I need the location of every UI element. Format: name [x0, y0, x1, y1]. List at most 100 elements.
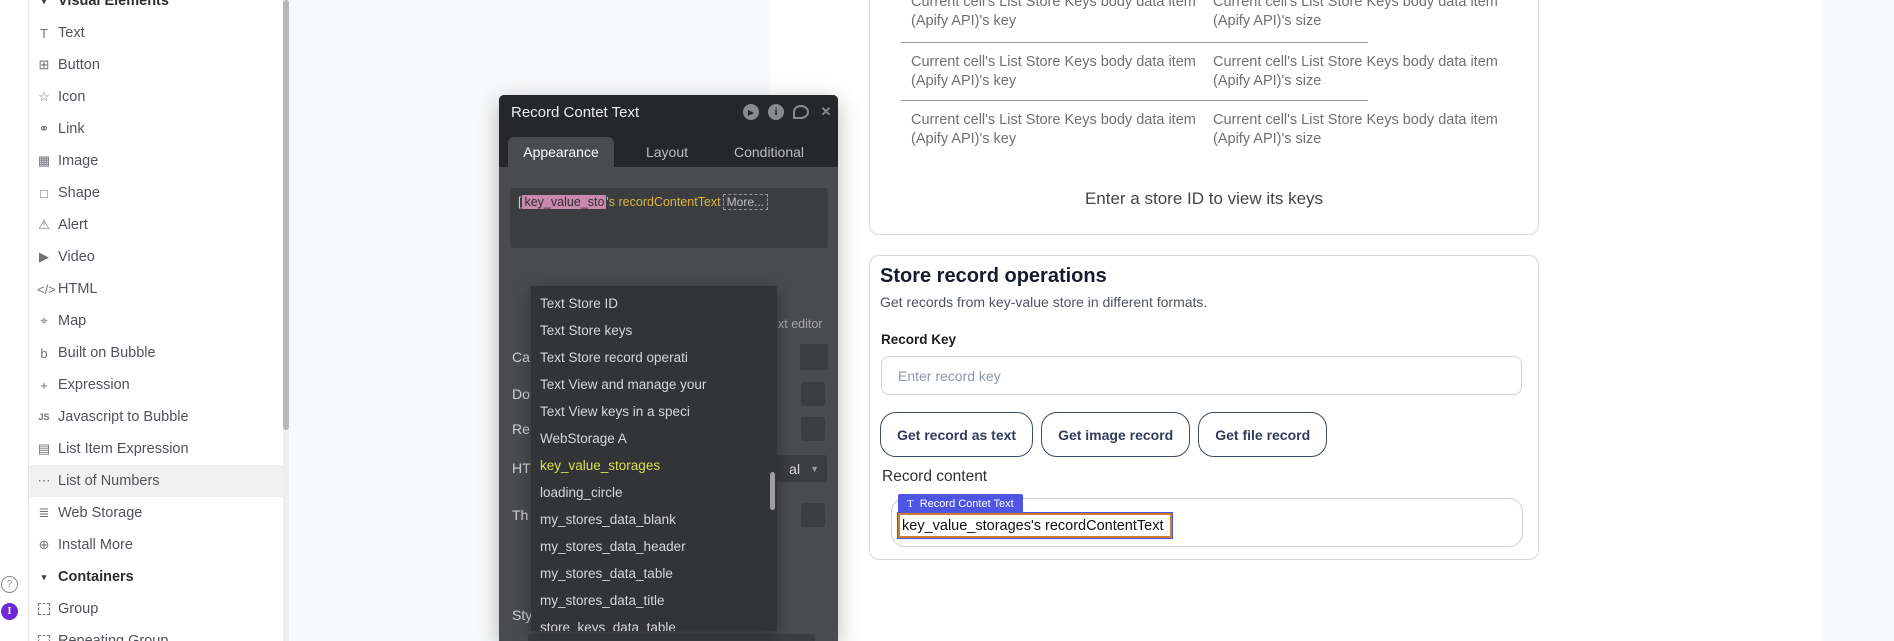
dropdown-option[interactable]: my_stores_data_blank — [531, 506, 777, 533]
sidebar-section-header[interactable]: ▾Visual Elements — [29, 0, 283, 17]
map-pin-icon: ⌖ — [37, 313, 51, 329]
sidebar-item-map[interactable]: ⌖Map — [29, 305, 283, 337]
store-keys-card[interactable]: Current cell's List Store Keys body data… — [869, 0, 1539, 235]
style-field-label: Sty — [512, 605, 532, 625]
sidebar-item-image[interactable]: ▦ Image — [29, 145, 283, 177]
sidebar-item-label: Built on Bubble — [58, 345, 156, 361]
field-re-checkbox[interactable] — [801, 417, 825, 441]
field-ca-input[interactable] — [800, 344, 828, 370]
get-file-record-button[interactable]: Get file record — [1198, 412, 1327, 457]
sidebar-item-expression[interactable]: +Expression — [29, 369, 283, 401]
image-icon: ▦ — [37, 153, 51, 169]
comment-icon[interactable] — [793, 105, 809, 119]
get-image-record-button[interactable]: Get image record — [1041, 412, 1190, 457]
bubble-logo-icon: b — [37, 346, 51, 361]
list-icon: ▤ — [37, 441, 51, 457]
field-ht-select-value: al — [789, 461, 800, 477]
field-label-re: Re — [512, 419, 530, 439]
size-cell[interactable]: Current cell's List Store Keys body data… — [1213, 0, 1543, 31]
sidebar-item-list-item-expression[interactable]: ▤List Item Expression — [29, 433, 283, 465]
dropdown-option[interactable]: Text Store record operati — [531, 344, 777, 371]
canvas-right-gutter — [1822, 0, 1894, 641]
store-id-hint-text[interactable]: Enter a store ID to view its keys — [870, 189, 1538, 209]
style-select[interactable]: Body 14 ▼ — [528, 634, 815, 641]
size-cell[interactable]: Current cell's List Store Keys body data… — [1213, 53, 1543, 91]
tab-conditional[interactable]: Conditional — [719, 137, 819, 167]
dropdown-option[interactable]: Text View keys in a speci — [531, 398, 777, 425]
tab-layout[interactable]: Layout — [617, 137, 717, 167]
expression-caret: [ — [518, 195, 521, 209]
user-avatar[interactable]: I — [1, 603, 18, 620]
dropdown-option[interactable]: loading_circle — [531, 479, 777, 506]
sidebar-item-text[interactable]: TText — [29, 17, 283, 49]
sidebar-item-video[interactable]: ▶Video — [29, 241, 283, 273]
sidebar-item-alert[interactable]: ⚠Alert — [29, 209, 283, 241]
record-key-label[interactable]: Record Key — [881, 332, 956, 347]
key-cell[interactable]: Current cell's List Store Keys body data… — [911, 111, 1241, 149]
dropdown-scrollbar[interactable] — [770, 472, 775, 510]
sidebar-item-label: Link — [58, 121, 85, 137]
autocomplete-dropdown: Text Store IDText Store keysText Store r… — [531, 286, 777, 631]
dropdown-option[interactable]: my_stores_data_header — [531, 533, 777, 560]
property-editor-panel[interactable]: Record Contet Text ▶ i ✕ Appearance Layo… — [499, 95, 838, 641]
sidebar-item-label: Group — [58, 601, 98, 617]
preview-play-icon[interactable]: ▶ — [743, 104, 759, 120]
key-cell[interactable]: Current cell's List Store Keys body data… — [911, 0, 1241, 31]
help-icon[interactable]: ? — [1, 576, 18, 593]
dropdown-option[interactable]: WebStorage A — [531, 425, 777, 452]
dropdown-option[interactable]: key_value_storages — [531, 452, 777, 479]
repeating-group-icon — [37, 635, 51, 641]
dropdown-option[interactable]: store_keys_data_table — [531, 614, 777, 631]
tab-appearance[interactable]: Appearance — [508, 137, 614, 167]
sidebar-item-icon[interactable]: ☆Icon — [29, 81, 283, 113]
sidebar-item-repeating-group[interactable]: Repeating Group — [29, 625, 283, 641]
record-content-text-element[interactable]: key_value_storages's recordContentText — [898, 513, 1172, 538]
sidebar-item-label: Image — [58, 153, 98, 169]
store-record-operations-card[interactable]: Store record operations Get records from… — [869, 255, 1539, 560]
storage-icon: ≣ — [37, 505, 51, 521]
sidebar-section-header[interactable]: ▾Containers — [29, 561, 283, 593]
sidebar-item-built-on-bubble[interactable]: b Built on Bubble — [29, 337, 283, 369]
record-content-label[interactable]: Record content — [882, 468, 987, 486]
record-key-input[interactable]: Enter record key — [881, 356, 1522, 395]
info-icon[interactable]: i — [768, 104, 784, 120]
close-icon[interactable]: ✕ — [818, 104, 834, 120]
field-do-checkbox[interactable] — [801, 382, 825, 406]
key-cell[interactable]: Current cell's List Store Keys body data… — [911, 53, 1241, 91]
section-subtitle[interactable]: Get records from key-value store in diff… — [880, 294, 1207, 310]
sidebar-item-shape[interactable]: □Shape — [29, 177, 283, 209]
expression-rest-token[interactable]: 's recordContentText — [606, 195, 720, 209]
section-title[interactable]: Store record operations — [880, 265, 1107, 288]
group-icon — [37, 603, 51, 615]
field-th-checkbox[interactable] — [801, 503, 825, 527]
sidebar-scrollbar[interactable] — [283, 0, 289, 641]
dropdown-option[interactable]: Text Store keys — [531, 317, 777, 344]
sidebar-item-web-storage[interactable]: ≣Web Storage — [29, 497, 283, 529]
sidebar-item-javascript-to-bubble[interactable]: JSJavascript to Bubble — [29, 401, 283, 433]
dropdown-option[interactable]: Text Store ID — [531, 290, 777, 317]
text-expression-input[interactable]: [ key_value_sto 's recordContentText Mor… — [510, 188, 828, 248]
sidebar-item-label: Button — [58, 57, 100, 73]
collapse-triangle-icon: ▾ — [37, 572, 51, 583]
sidebar-item-label: Javascript to Bubble — [58, 409, 189, 425]
sidebar-item-group[interactable]: Group — [29, 593, 283, 625]
sidebar-item-list-of-numbers[interactable]: ⋯List of Numbers — [29, 465, 283, 497]
sidebar-item-link[interactable]: ⚭Link — [29, 113, 283, 145]
dropdown-option[interactable]: my_stores_data_title — [531, 587, 777, 614]
rich-text-editor-link[interactable]: xt editor — [778, 317, 822, 331]
row-divider — [901, 100, 1368, 101]
collapse-triangle-icon: ▾ — [37, 0, 51, 7]
button-icon: ⊞ — [37, 57, 51, 73]
dropdown-option[interactable]: my_stores_data_table — [531, 560, 777, 587]
record-key-placeholder: Enter record key — [898, 368, 1001, 384]
sidebar-item-button[interactable]: ⊞ Button — [29, 49, 283, 81]
bubble-editor-window: Current cell's List Store Keys body data… — [0, 0, 1894, 641]
field-label-ht: HT — [512, 458, 531, 478]
expression-more-button[interactable]: More... — [723, 194, 768, 210]
size-cell[interactable]: Current cell's List Store Keys body data… — [1213, 111, 1543, 149]
sidebar-item-html[interactable]: </>HTML — [29, 273, 283, 305]
expression-selected-token[interactable]: key_value_sto — [522, 195, 606, 209]
sidebar-item-install-more[interactable]: ⊕Install More — [29, 529, 283, 561]
dropdown-option[interactable]: Text View and manage your — [531, 371, 777, 398]
get-record-as-text-button[interactable]: Get record as text — [880, 412, 1033, 457]
